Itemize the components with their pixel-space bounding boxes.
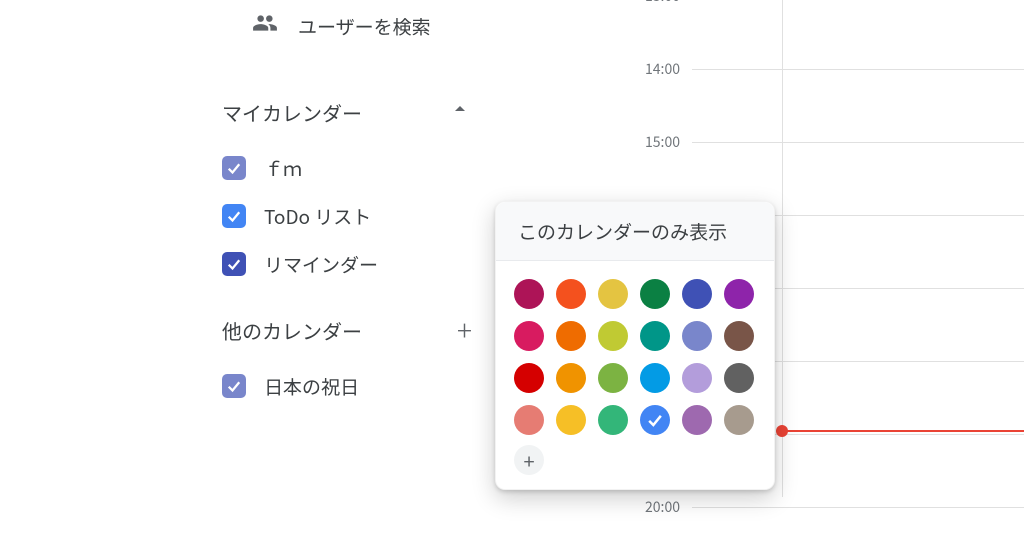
chevron-up-icon (448, 97, 472, 127)
color-swatch[interactable] (514, 321, 544, 351)
search-people-label: ユーザーを検索 (298, 13, 431, 40)
color-swatch[interactable] (598, 321, 628, 351)
color-swatch[interactable] (724, 363, 754, 393)
color-swatch[interactable] (640, 321, 670, 351)
add-custom-color-button[interactable]: + (514, 445, 544, 475)
other-calendar-list: 日本の祝日 (222, 362, 472, 410)
plus-icon[interactable]: + (457, 316, 472, 344)
color-swatch[interactable] (556, 279, 586, 309)
color-swatch[interactable] (556, 321, 586, 351)
people-icon (252, 10, 278, 42)
plus-icon: + (523, 446, 534, 475)
color-grid (514, 279, 756, 435)
search-people-row[interactable]: ユーザーを検索 (222, 0, 472, 52)
sidebar: ユーザーを検索 マイカレンダー ｆｍ ToDo リストリマインダー 他のカレンダー… (222, 0, 472, 410)
my-calendars-header[interactable]: マイカレンダー (222, 86, 472, 138)
calendar-label: ｆｍ (264, 155, 302, 182)
time-label: 13:00 (645, 0, 680, 6)
color-swatch[interactable] (724, 321, 754, 351)
show-only-this-calendar-label: このカレンダーのみ表示 (518, 218, 727, 245)
calendar-checkbox[interactable] (222, 374, 246, 398)
other-calendars-header[interactable]: 他のカレンダー + (222, 304, 472, 356)
time-label: 14:00 (645, 59, 680, 79)
color-swatch[interactable] (724, 279, 754, 309)
now-indicator-dot (776, 425, 788, 437)
color-swatch[interactable] (514, 405, 544, 435)
time-label: 15:00 (645, 132, 680, 152)
color-swatch[interactable] (556, 405, 586, 435)
calendar-checkbox[interactable] (222, 156, 246, 180)
color-swatch[interactable] (682, 363, 712, 393)
color-swatch[interactable] (556, 363, 586, 393)
color-swatch[interactable] (682, 279, 712, 309)
color-swatch[interactable] (598, 279, 628, 309)
color-swatch[interactable] (682, 405, 712, 435)
color-swatch[interactable] (598, 363, 628, 393)
color-swatch[interactable] (640, 405, 670, 435)
color-swatch[interactable] (640, 279, 670, 309)
calendar-checkbox[interactable] (222, 204, 246, 228)
calendar-label: ToDo リスト (264, 203, 371, 230)
color-swatch[interactable] (598, 405, 628, 435)
calendar-checkbox[interactable] (222, 252, 246, 276)
calendar-item[interactable]: ｆｍ (222, 144, 472, 192)
calendar-item[interactable]: ToDo リスト (222, 192, 472, 240)
time-label: 20:00 (645, 497, 680, 517)
calendar-color-popover: このカレンダーのみ表示 + (495, 201, 775, 490)
color-swatch[interactable] (514, 279, 544, 309)
show-only-this-calendar-button[interactable]: このカレンダーのみ表示 (496, 202, 774, 261)
color-swatch[interactable] (640, 363, 670, 393)
calendar-label: 日本の祝日 (264, 373, 359, 400)
calendar-label: リマインダー (264, 251, 378, 278)
now-indicator-line (782, 430, 1024, 432)
color-swatch[interactable] (724, 405, 754, 435)
my-calendars-label: マイカレンダー (222, 98, 362, 127)
my-calendar-list: ｆｍ ToDo リストリマインダー (222, 144, 472, 288)
other-calendars-label: 他のカレンダー (222, 316, 362, 345)
color-swatch[interactable] (514, 363, 544, 393)
color-swatch[interactable] (682, 321, 712, 351)
calendar-item[interactable]: 日本の祝日 (222, 362, 472, 410)
calendar-item[interactable]: リマインダー (222, 240, 472, 288)
